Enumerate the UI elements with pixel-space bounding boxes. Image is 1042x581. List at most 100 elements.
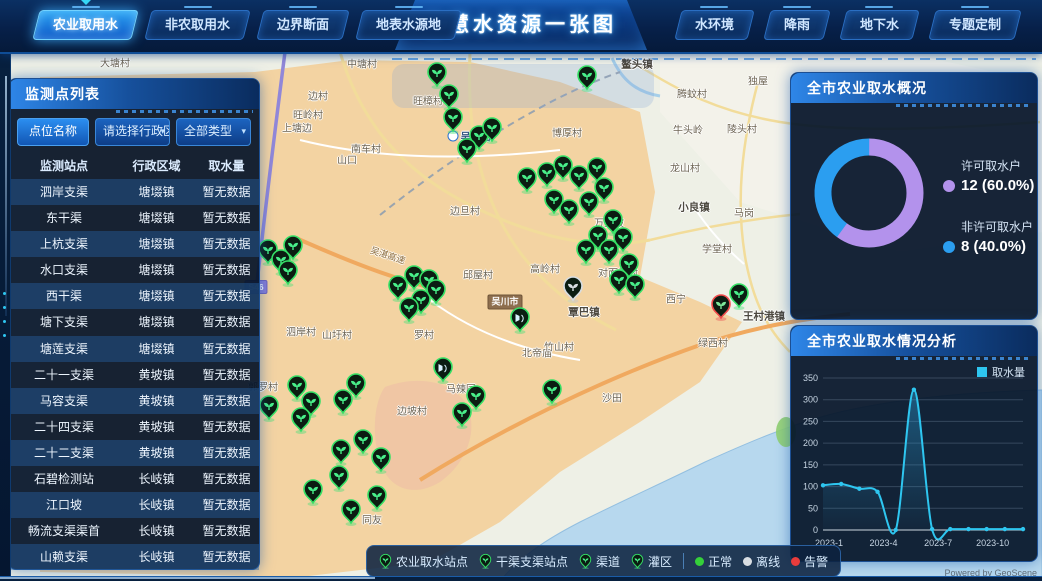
legend-point-type-label: 灌区: [648, 553, 672, 570]
withdrawal-cell: 暂无数据: [194, 544, 259, 570]
donut-legend-item: 非许可取水户8 (40.0%): [943, 218, 1034, 255]
station-name-cell: 西干渠: [9, 283, 119, 309]
district-cell: 长岐镇: [119, 544, 194, 570]
district-cell: 黄坡镇: [119, 414, 194, 440]
tab-农业取用水[interactable]: 农业取用水: [36, 10, 135, 40]
withdrawal-cell: 暂无数据: [194, 336, 259, 362]
tab-专题定制[interactable]: 专题定制: [932, 10, 1018, 40]
withdrawal-cell: 暂无数据: [194, 466, 259, 492]
legend-point-type[interactable]: 灌区: [631, 553, 672, 570]
withdrawal-analysis-panel: 全市农业取水情况分析 取水量 0501001502002503003502023…: [790, 325, 1038, 562]
map-place-label: 马岗: [734, 205, 754, 220]
table-row[interactable]: 二十二支渠黄坡镇暂无数据: [9, 440, 259, 466]
donut-legend-item: 许可取水户12 (60.0%): [943, 157, 1034, 194]
type-select[interactable]: 全部类型 ▾: [176, 118, 251, 146]
withdrawal-cell: 暂无数据: [194, 179, 259, 205]
station-name-cell: 山赖支渠: [9, 544, 119, 570]
map-place-label: 竹山村: [544, 339, 574, 354]
legend-point-type-label: 干渠支渠站点: [496, 553, 568, 570]
table-row[interactable]: 江口坡长岐镇暂无数据: [9, 492, 259, 518]
withdrawal-cell: 暂无数据: [194, 362, 259, 388]
map-place-label: 邱屋村: [463, 267, 493, 282]
table-row[interactable]: 塘下支渠塘㙍镇暂无数据: [9, 309, 259, 335]
station-name-cell: 塘下支渠: [9, 309, 119, 335]
legend-status-label: 正常: [708, 553, 732, 570]
point-name-button[interactable]: 点位名称: [17, 118, 89, 146]
type-select-value: 全部类型: [184, 124, 232, 138]
donut-chart: [801, 125, 937, 261]
legend-status-label: 离线: [756, 553, 780, 570]
tabs-left: 农业取用水非农取用水边界断面地表水源地: [36, 10, 458, 40]
table-row[interactable]: 东干渠塘㙍镇暂无数据: [9, 205, 259, 231]
left-frame-decoration: [0, 52, 11, 581]
station-name-cell: 东干渠: [9, 205, 119, 231]
overview-panel-title: 全市农业取水概况: [791, 73, 1037, 103]
map-place-label: 沙田: [602, 390, 622, 405]
tab-水环境[interactable]: 水环境: [678, 10, 751, 40]
map-place-label: 山圩村: [322, 327, 352, 342]
withdrawal-cell: 暂无数据: [194, 205, 259, 231]
map-place-label: 牛头岭: [673, 122, 703, 137]
map-place-label: 学堂村: [702, 241, 732, 256]
withdrawal-cell: 暂无数据: [194, 309, 259, 335]
tab-地表水源地[interactable]: 地表水源地: [359, 10, 458, 40]
table-row[interactable]: 山赖支渠长岐镇暂无数据: [9, 544, 259, 570]
legend-status: 正常: [695, 553, 732, 570]
tab-非农取用水[interactable]: 非农取用水: [148, 10, 247, 40]
withdrawal-cell: 暂无数据: [194, 388, 259, 414]
monitor-point-panel: 监测点列表 点位名称 请选择行政区域 ▾ 全部类型 ▾ 监测站点 行政区域 取水…: [8, 78, 260, 570]
map-pin-icon: [631, 553, 644, 569]
map-place-label: 龙山村: [670, 160, 700, 175]
tab-边界断面[interactable]: 边界断面: [260, 10, 346, 40]
map-place-label: 鳌头镇: [621, 57, 653, 72]
svg-text:300: 300: [803, 395, 818, 405]
legend-point-type-label: 农业取水站点: [396, 553, 468, 570]
legend-point-type[interactable]: 农业取水站点: [379, 553, 468, 570]
tabs-right: 水环境 降雨地下水 专题定制: [678, 10, 1018, 40]
table-row[interactable]: 二十一支渠黄坡镇暂无数据: [9, 362, 259, 388]
donut-legend-label: 许可取水户: [961, 157, 1034, 174]
table-row[interactable]: 二十四支渠黄坡镇暂无数据: [9, 414, 259, 440]
svg-text:2023-7: 2023-7: [924, 538, 952, 548]
station-name-cell: 二十一支渠: [9, 362, 119, 388]
monitor-panel-title: 监测点列表: [9, 79, 259, 109]
district-cell: 长岐镇: [119, 492, 194, 518]
map-pin-icon: [579, 553, 592, 569]
legend-dot: [943, 180, 955, 192]
map-place-label: 独屋: [748, 73, 768, 88]
table-row[interactable]: 马容支渠黄坡镇暂无数据: [9, 388, 259, 414]
tab-地下水[interactable]: 地下水: [843, 10, 916, 40]
map-place-label: 泗岸村: [286, 324, 316, 339]
tab-label: 水环境: [695, 17, 734, 32]
region-select[interactable]: 请选择行政区域 ▾: [95, 118, 170, 146]
table-row[interactable]: 上杭支渠塘㙍镇暂无数据: [9, 231, 259, 257]
table-row[interactable]: 泗岸支渠塘㙍镇暂无数据: [9, 179, 259, 205]
table-row[interactable]: 水口支渠塘㙍镇暂无数据: [9, 257, 259, 283]
svg-text:150: 150: [803, 460, 818, 470]
line-chart: 0501001502002503003502023-12023-42023-72…: [795, 360, 1033, 556]
map-place-label: 陵头村: [727, 121, 757, 136]
analysis-panel-title: 全市农业取水情况分析: [791, 326, 1037, 356]
map-marker-station: [632, 554, 643, 569]
tab-降雨[interactable]: 降雨: [767, 10, 827, 40]
map-place-label: 博厚村: [552, 125, 582, 140]
map-place-label: 同友: [362, 512, 382, 527]
table-row[interactable]: 石碧检测站长岐镇暂无数据: [9, 466, 259, 492]
svg-text:200: 200: [803, 438, 818, 448]
station-name-cell: 石碧检测站: [9, 466, 119, 492]
table-row[interactable]: 塘莲支渠塘㙍镇暂无数据: [9, 336, 259, 362]
legend-point-type[interactable]: 渠道: [579, 553, 620, 570]
map-place-label: 边旦村: [450, 203, 480, 218]
map-place-label: 大塘村: [100, 55, 130, 70]
monitor-table-body: 泗岸支渠塘㙍镇暂无数据东干渠塘㙍镇暂无数据上杭支渠塘㙍镇暂无数据水口支渠塘㙍镇暂…: [9, 179, 259, 570]
svg-text:350: 350: [803, 373, 818, 383]
col-header-station: 监测站点: [9, 153, 119, 179]
table-row[interactable]: 畅流支渠渠首长岐镇暂无数据: [9, 518, 259, 544]
tab-label: 专题定制: [949, 17, 1001, 32]
withdrawal-cell: 暂无数据: [194, 231, 259, 257]
svg-text:50: 50: [808, 503, 818, 513]
legend-point-type[interactable]: 干渠支渠站点: [479, 553, 568, 570]
table-row[interactable]: 西干渠塘㙍镇暂无数据: [9, 283, 259, 309]
chevron-down-icon: ▾: [241, 119, 246, 143]
status-dot: [695, 557, 704, 566]
